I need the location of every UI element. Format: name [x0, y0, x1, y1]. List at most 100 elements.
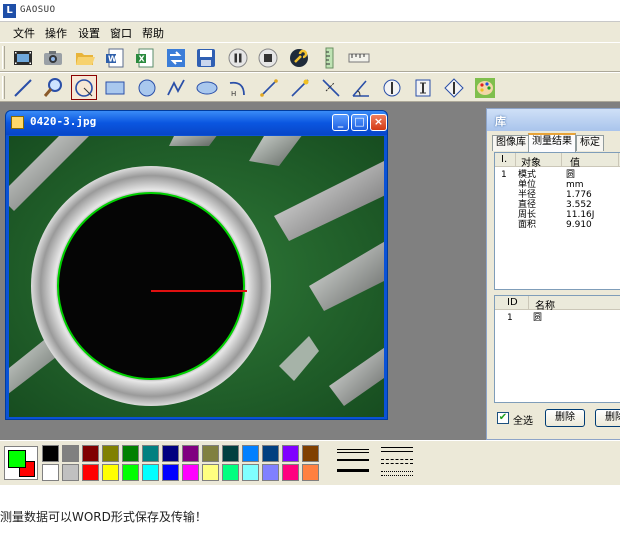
color-swatch[interactable]: [162, 445, 179, 462]
color-swatch[interactable]: [142, 464, 159, 481]
ellipse-tool-icon[interactable]: [194, 75, 220, 100]
color-swatch[interactable]: [242, 464, 259, 481]
menu-settings[interactable]: 设置: [78, 25, 100, 41]
toolbar-grip[interactable]: [2, 76, 5, 99]
menu-window[interactable]: 窗口: [110, 25, 132, 41]
result-row-value[interactable]: 9.910: [566, 220, 592, 230]
palette-tool-icon[interactable]: [472, 75, 498, 100]
polyline-tool-icon[interactable]: [164, 75, 190, 100]
line-tool-icon[interactable]: [10, 75, 36, 100]
vertical-distance-tool-icon[interactable]: [379, 75, 405, 100]
result-row-value[interactable]: 3.552: [566, 200, 592, 210]
color-swatch[interactable]: [302, 445, 319, 462]
color-swatch[interactable]: [302, 464, 319, 481]
vertical-ruler-icon[interactable]: [316, 45, 342, 70]
col-header-id[interactable]: ID: [507, 297, 518, 308]
point-line-tool-icon[interactable]: [318, 75, 344, 100]
save-icon[interactable]: [193, 45, 219, 70]
result-row-name[interactable]: 模式: [518, 170, 536, 180]
zoom-tool-icon[interactable]: [40, 75, 66, 100]
result-row-name[interactable]: 直径: [518, 200, 536, 210]
result-row-value[interactable]: 11.16J: [566, 210, 594, 220]
tab-calibration[interactable]: 标定: [576, 135, 604, 151]
color-swatch[interactable]: [182, 445, 199, 462]
color-swatch[interactable]: [162, 464, 179, 481]
excel-doc-icon[interactable]: X: [132, 45, 158, 70]
segment-tool-icon[interactable]: [256, 75, 282, 100]
color-swatch[interactable]: [102, 464, 119, 481]
color-swatch[interactable]: [82, 464, 99, 481]
library-panel-title-bar[interactable]: 库: [487, 109, 620, 131]
settings-wrench-icon[interactable]: [286, 45, 312, 70]
word-doc-icon[interactable]: W: [102, 45, 128, 70]
minimize-button[interactable]: _: [332, 114, 349, 131]
line-style-medium[interactable]: [337, 459, 369, 461]
color-swatch[interactable]: [202, 464, 219, 481]
column-divider[interactable]: [618, 153, 619, 167]
col-header-value[interactable]: 值: [570, 154, 580, 169]
object-list[interactable]: ID 名称 1 圆: [494, 295, 620, 403]
color-swatch[interactable]: [222, 445, 239, 462]
line-style-dashed[interactable]: [381, 459, 413, 464]
circle-3point-tool-icon[interactable]: [71, 75, 97, 100]
result-row-value[interactable]: 圆: [566, 170, 575, 180]
open-folder-icon[interactable]: [72, 45, 98, 70]
line-style-double[interactable]: [381, 447, 413, 452]
menu-file[interactable]: 文件: [13, 25, 35, 41]
color-swatch[interactable]: [42, 464, 59, 481]
color-swatch[interactable]: [282, 464, 299, 481]
column-divider[interactable]: [528, 296, 529, 310]
close-button[interactable]: ×: [370, 114, 387, 131]
result-row-name[interactable]: 面积: [518, 220, 536, 230]
select-all-checkbox[interactable]: ✔: [497, 412, 509, 424]
column-divider[interactable]: [515, 153, 516, 167]
color-swatch[interactable]: [82, 445, 99, 462]
result-row-value[interactable]: mm: [566, 180, 584, 190]
stop-icon[interactable]: [255, 45, 281, 70]
result-row-name[interactable]: 单位: [518, 180, 536, 190]
camera-icon[interactable]: [40, 45, 66, 70]
result-row-name[interactable]: 周长: [518, 210, 536, 220]
image-canvas[interactable]: [9, 136, 384, 417]
delete-all-button[interactable]: 删除: [595, 409, 620, 427]
color-swatch[interactable]: [222, 464, 239, 481]
color-swatch[interactable]: [262, 445, 279, 462]
horizontal-ruler-icon[interactable]: [346, 45, 372, 70]
color-swatch[interactable]: [42, 445, 59, 462]
color-swatch[interactable]: [282, 445, 299, 462]
maximize-button[interactable]: □: [351, 114, 368, 131]
result-row-name[interactable]: 半径: [518, 190, 536, 200]
arc-tool-icon[interactable]: H: [225, 75, 251, 100]
object-row-id[interactable]: 1: [507, 313, 513, 323]
color-swatch[interactable]: [182, 464, 199, 481]
object-row-name[interactable]: 圆: [533, 313, 542, 323]
current-colors[interactable]: [4, 446, 38, 480]
color-swatch[interactable]: [122, 464, 139, 481]
line-style-thin[interactable]: [337, 449, 369, 453]
col-header-name[interactable]: 名称: [535, 297, 555, 312]
measure-results-list[interactable]: I. 对象 值 1 模式 圆 单位 mm 半径 1.776 直径 3.552 周…: [494, 152, 620, 290]
color-swatch[interactable]: [122, 445, 139, 462]
result-row-id[interactable]: 1: [501, 170, 507, 180]
diamond-distance-tool-icon[interactable]: [441, 75, 467, 100]
rectangle-tool-icon[interactable]: [102, 75, 128, 100]
menu-help[interactable]: 帮助: [142, 25, 164, 41]
color-swatch[interactable]: [62, 445, 79, 462]
delete-button[interactable]: 删除: [545, 409, 585, 427]
pause-icon[interactable]: [225, 45, 251, 70]
color-swatch[interactable]: [102, 445, 119, 462]
transfer-icon[interactable]: [163, 45, 189, 70]
color-swatch[interactable]: [262, 464, 279, 481]
point-distance-tool-icon[interactable]: [287, 75, 313, 100]
result-row-value[interactable]: 1.776: [566, 190, 592, 200]
horizontal-distance-tool-icon[interactable]: [410, 75, 436, 100]
line-style-thick[interactable]: [337, 469, 369, 472]
line-style-dotted[interactable]: [381, 471, 413, 476]
color-swatch[interactable]: [202, 445, 219, 462]
column-divider[interactable]: [561, 153, 562, 167]
foreground-color-swatch[interactable]: [8, 450, 26, 468]
image-window-title-bar[interactable]: 0420-3.jpg _ □ ×: [6, 111, 387, 135]
film-icon[interactable]: [10, 45, 36, 70]
menu-operate[interactable]: 操作: [45, 25, 67, 41]
color-swatch[interactable]: [242, 445, 259, 462]
